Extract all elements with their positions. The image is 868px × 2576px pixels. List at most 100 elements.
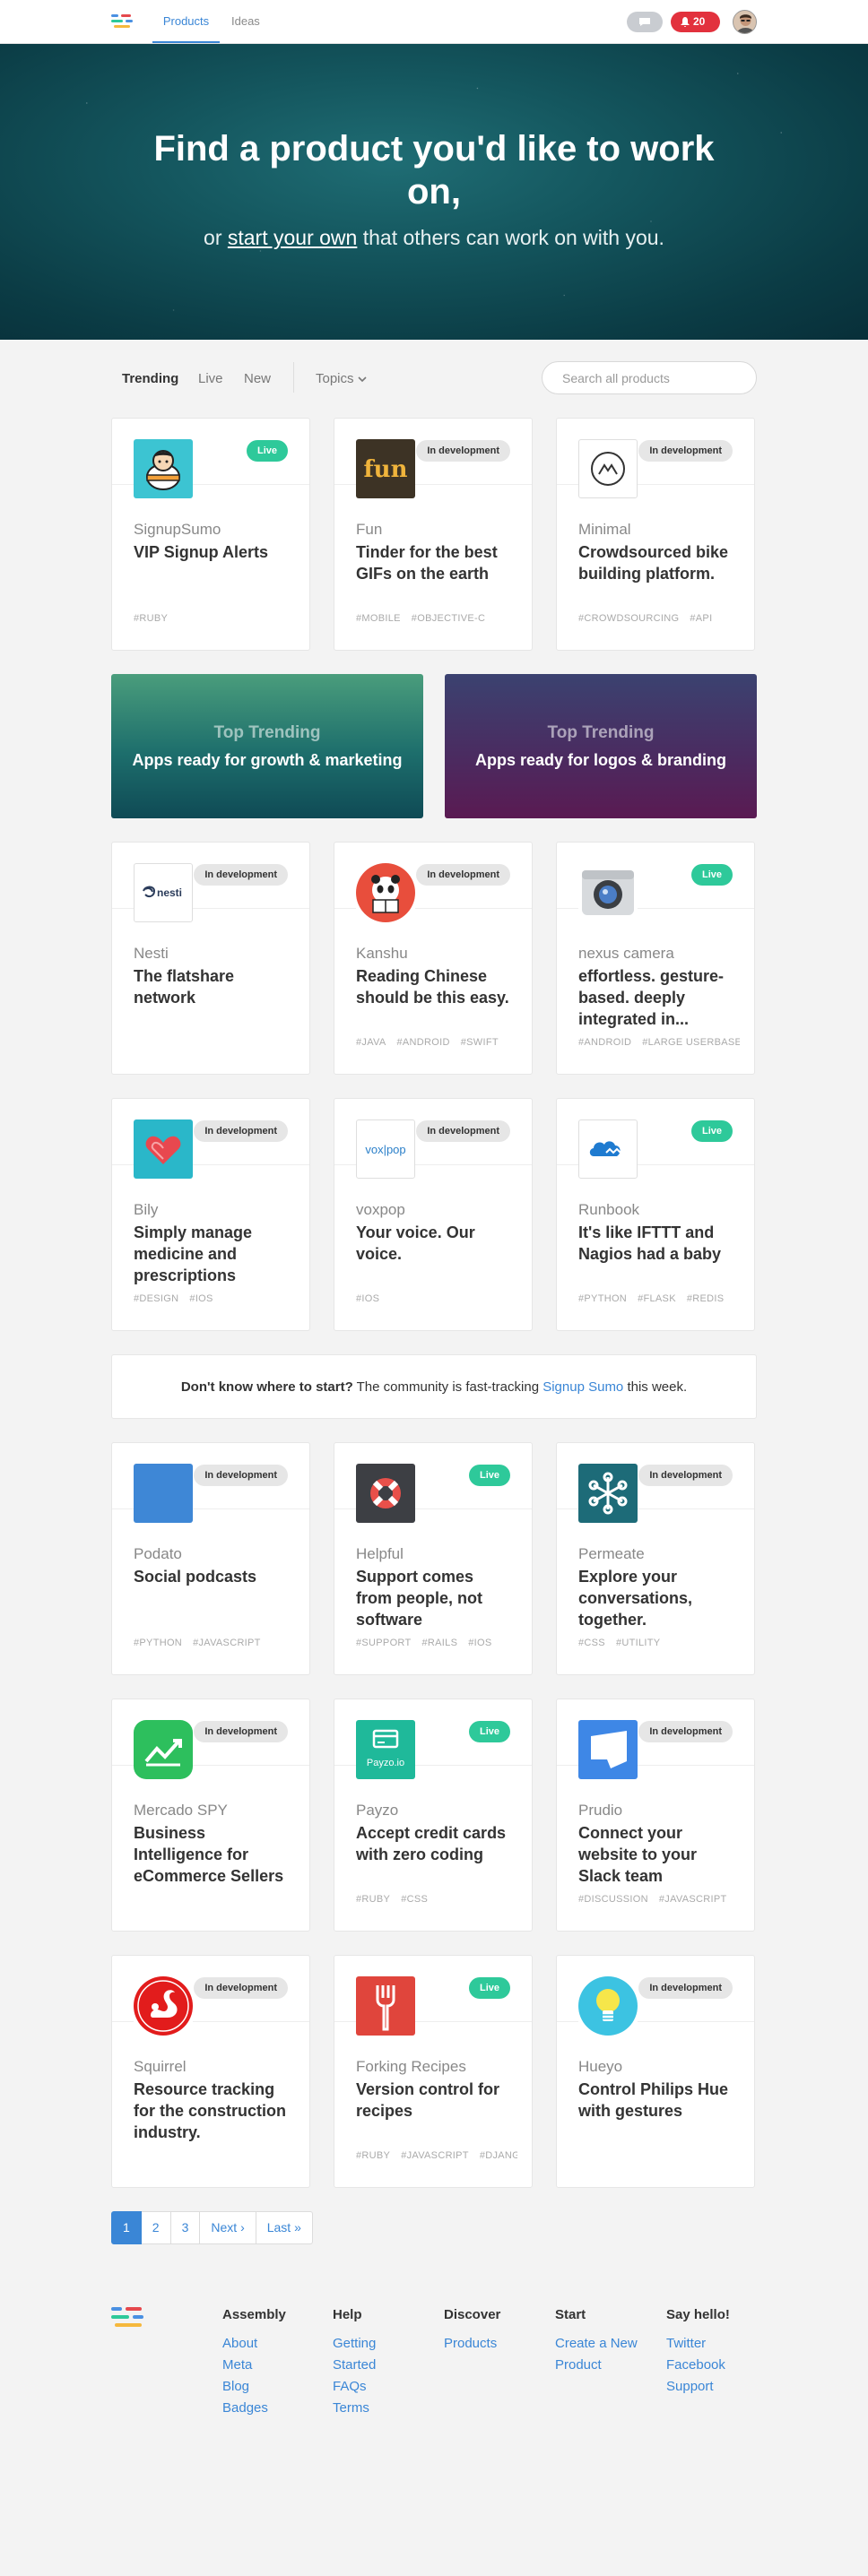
product-card-hueyo[interactable]: In development Hueyo Control Philips Hue…	[556, 1955, 755, 2188]
prudio-logo	[578, 1720, 638, 1779]
product-tagline: Version control for recipes	[356, 2080, 500, 2120]
pagination: 1 2 3 Next › Last »	[111, 2211, 757, 2244]
tag[interactable]: #IOS	[189, 1293, 213, 1304]
payzo-logo: Payzo.io	[356, 1720, 415, 1779]
tag[interactable]: #CROWDSOURCING	[578, 613, 679, 624]
tag[interactable]: #JAVA	[356, 1037, 386, 1048]
product-card-prudio[interactable]: In development Prudio Connect your websi…	[556, 1699, 755, 1932]
topics-dropdown[interactable]: Topics	[316, 371, 367, 386]
next-page[interactable]: Next ›	[200, 2211, 256, 2244]
filter-live[interactable]: Live	[198, 371, 223, 386]
hero-banner: Find a product you'd like to work on, or…	[0, 44, 868, 340]
tab-ideas[interactable]: Ideas	[231, 0, 260, 43]
footer-link-meta[interactable]: Meta	[222, 2355, 321, 2376]
tag[interactable]: #PYTHON	[134, 1638, 182, 1648]
top-trending-branding-banner[interactable]: Top Trending Apps ready for logos & bran…	[445, 674, 757, 818]
page-3[interactable]: 3	[170, 2211, 201, 2244]
tag[interactable]: #SWIFT	[461, 1037, 499, 1048]
product-card-helpful[interactable]: Live Helpful Support comes from people, …	[334, 1442, 533, 1675]
tag[interactable]: #DESIGN	[134, 1293, 178, 1304]
last-page[interactable]: Last »	[256, 2211, 313, 2244]
product-card-runbook[interactable]: Live Runbook It's like IFTTT and Nagios …	[556, 1098, 755, 1331]
product-card-podato[interactable]: In development Podato Social podcasts #P…	[111, 1442, 310, 1675]
footer-link-products[interactable]: Products	[444, 2333, 542, 2355]
fast-track-promo: Don't know where to start? The community…	[111, 1354, 757, 1419]
footer-link-faqs[interactable]: FAQs	[333, 2376, 395, 2398]
footer-col-start: Start Create a New Product	[555, 2307, 645, 2376]
page-1[interactable]: 1	[111, 2211, 142, 2244]
tag[interactable]: #RUBY	[134, 613, 168, 624]
signup-sumo-link[interactable]: Signup Sumo	[542, 1379, 623, 1395]
product-tags: #SUPPORT #RAILS #IOS	[356, 1638, 517, 1648]
start-your-own-link[interactable]: start your own	[228, 226, 357, 249]
tag[interactable]: #REDIS	[687, 1293, 725, 1304]
tag[interactable]: #RUBY	[356, 1894, 390, 1905]
tag[interactable]: #LARGE USERBASE	[642, 1037, 740, 1048]
tag[interactable]: #JAVASCRIPT	[193, 1638, 261, 1648]
product-card-bily[interactable]: In development Bily Simply manage medici…	[111, 1098, 310, 1331]
tag[interactable]: #RUBY	[356, 2150, 390, 2161]
filter-bar: Trending Live New Topics	[0, 340, 868, 418]
tag[interactable]: #DISCUSSION	[578, 1894, 648, 1905]
footer-logo[interactable]	[111, 2307, 151, 2332]
product-card-squirrel[interactable]: In development Squirrel Resource trackin…	[111, 1955, 310, 2188]
footer-link-terms[interactable]: Terms	[333, 2398, 395, 2419]
tag[interactable]: #PYTHON	[578, 1293, 627, 1304]
footer-link-blog[interactable]: Blog	[222, 2376, 321, 2398]
tag[interactable]: #SUPPORT	[356, 1638, 412, 1648]
product-tagline: effortless. gesture-based. deeply integr…	[578, 967, 725, 1028]
status-badge: In development	[194, 1721, 288, 1742]
hueyo-logo	[578, 1976, 638, 2036]
tag[interactable]: #ANDROID	[578, 1037, 631, 1048]
filter-trending[interactable]: Trending	[122, 371, 178, 386]
footer-link-badges[interactable]: Badges	[222, 2398, 321, 2419]
status-badge: Live	[690, 864, 733, 886]
product-card-minimal[interactable]: In development Minimal Crowdsourced bike…	[556, 418, 755, 651]
product-card-mercado-spy[interactable]: In development Mercado SPY Business Inte…	[111, 1699, 310, 1932]
product-tagline: Your voice. Our voice.	[356, 1223, 475, 1263]
notifications-button[interactable]: 20	[671, 12, 720, 32]
footer-link-create-product[interactable]: Create a New Product	[555, 2333, 645, 2376]
chat-button[interactable]	[627, 12, 663, 32]
product-tagline: Control Philips Hue with gestures	[578, 2080, 729, 2120]
tag[interactable]: #JAVASCRIPT	[659, 1894, 727, 1905]
product-card-signupsumo[interactable]: Live SignupSumo VIP Signup Alerts #RUBY	[111, 418, 310, 651]
search-input[interactable]	[542, 361, 757, 394]
tag[interactable]: #JAVASCRIPT	[401, 2150, 469, 2161]
footer-link-facebook[interactable]: Facebook	[666, 2355, 765, 2376]
tag[interactable]: #OBJECTIVE-C	[412, 613, 485, 624]
footer-link-getting-started[interactable]: Getting Started	[333, 2333, 395, 2376]
tag[interactable]: #RAILS	[422, 1638, 458, 1648]
filter-new[interactable]: New	[244, 371, 271, 386]
tag[interactable]: #DJANGO	[480, 2150, 517, 2161]
product-card-voxpop[interactable]: vox|pop In development voxpop Your voice…	[334, 1098, 533, 1331]
tag[interactable]: #API	[690, 613, 712, 624]
product-card-nesti[interactable]: nesti In development Nesti The flatshare…	[111, 842, 310, 1075]
tag[interactable]: #IOS	[356, 1293, 379, 1304]
footer-link-about[interactable]: About	[222, 2333, 321, 2355]
tag[interactable]: #ANDROID	[397, 1037, 450, 1048]
assembly-logo[interactable]	[111, 14, 136, 30]
tag[interactable]: #CSS	[578, 1638, 605, 1648]
tag[interactable]: #IOS	[468, 1638, 491, 1648]
tab-products[interactable]: Products	[152, 0, 220, 43]
tag[interactable]: #MOBILE	[356, 613, 401, 624]
product-card-nexus-camera[interactable]: Live nexus camera effortless. gesture-ba…	[556, 842, 755, 1075]
helpful-logo	[356, 1464, 415, 1523]
tag[interactable]: #CSS	[401, 1894, 428, 1905]
user-avatar[interactable]	[733, 10, 757, 34]
tag[interactable]: #UTILITY	[616, 1638, 660, 1648]
product-card-payzo[interactable]: Payzo.io Live Payzo Accept credit cards …	[334, 1699, 533, 1932]
product-card-kanshu[interactable]: In development Kanshu Reading Chinese sh…	[334, 842, 533, 1075]
tag[interactable]: #FLASK	[638, 1293, 676, 1304]
top-trending-growth-banner[interactable]: Top Trending Apps ready for growth & mar…	[111, 674, 423, 818]
banner-title: Top Trending	[213, 723, 321, 742]
product-card-forking-recipes[interactable]: Live Forking Recipes Version control for…	[334, 1955, 533, 2188]
product-card-fun[interactable]: fun In development Fun Tinder for the be…	[334, 418, 533, 651]
promo-suffix: this week.	[623, 1379, 688, 1395]
product-card-permeate[interactable]: In development Permeate Explore your con…	[556, 1442, 755, 1675]
runbook-logo	[578, 1119, 638, 1179]
footer-link-twitter[interactable]: Twitter	[666, 2333, 765, 2355]
page-2[interactable]: 2	[141, 2211, 171, 2244]
footer-link-support[interactable]: Support	[666, 2376, 765, 2398]
